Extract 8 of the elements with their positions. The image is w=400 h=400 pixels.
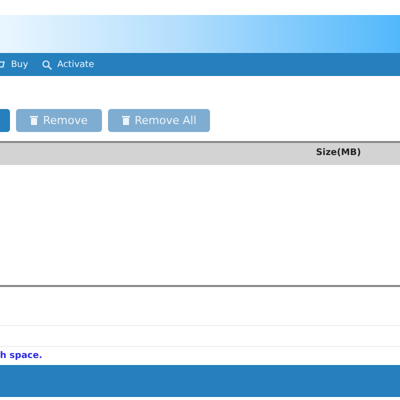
column-header: Size(MB) <box>316 148 361 158</box>
menu-item[interactable]: Activate <box>42 60 94 70</box>
trash-icon <box>30 116 38 125</box>
menu-item[interactable]: Buy <box>2 60 28 70</box>
search-icon <box>42 60 52 70</box>
status-text: h space. <box>0 351 42 361</box>
action-button[interactable] <box>0 109 10 132</box>
trash-icon <box>122 116 130 125</box>
